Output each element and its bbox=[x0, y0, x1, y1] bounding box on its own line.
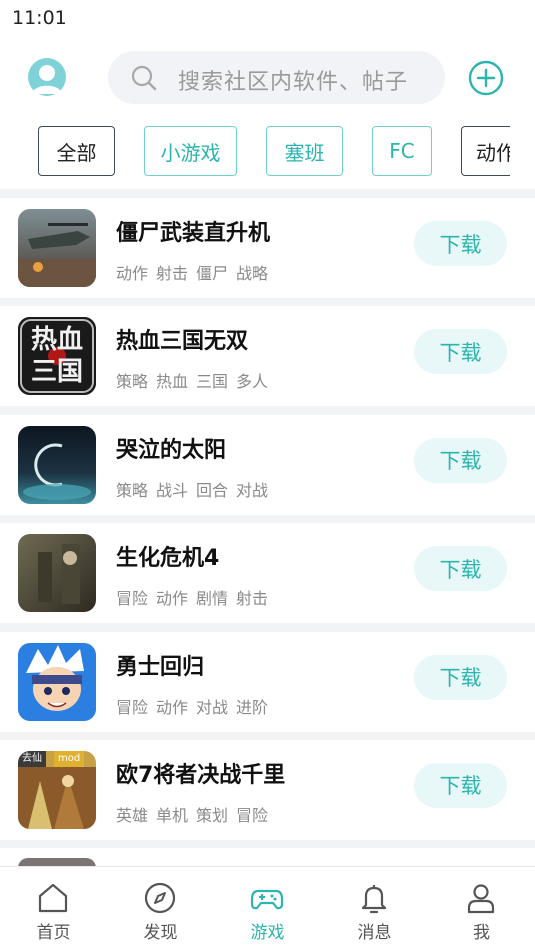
plus-circle-icon bbox=[468, 60, 504, 96]
screen: 11:01 搜索社区内软件、帖子 全部 小游戏 塞班 FC 动作 僵尸武装直升机… bbox=[0, 0, 535, 951]
game-tag: 对战 bbox=[236, 480, 269, 500]
chip-action[interactable]: 动作 bbox=[461, 126, 510, 176]
game-tags: 英雄 单机 策划 冒险 bbox=[116, 802, 276, 826]
row-divider bbox=[0, 623, 535, 632]
nav-item-messages[interactable]: 消息 bbox=[321, 867, 428, 951]
game-tag: 战略 bbox=[236, 264, 269, 283]
game-row[interactable]: 僵尸武装直升机 动作 射击 僵尸 战略 下载 bbox=[0, 198, 535, 298]
chip-symbian[interactable]: 塞班 bbox=[266, 126, 343, 176]
nav-label: 游戏 bbox=[250, 923, 285, 943]
game-row[interactable]: 热血三国 热血三国无双 策略 热血 三国 多人 下载 bbox=[0, 306, 535, 407]
nav-item-games[interactable]: 游戏 bbox=[214, 867, 321, 951]
game-tag: 动作 bbox=[156, 589, 189, 609]
game-tag: 冒险 bbox=[236, 805, 269, 825]
nav-label: 我 bbox=[473, 923, 490, 943]
nav-item-discover[interactable]: 发现 bbox=[107, 867, 214, 951]
chip-fc[interactable]: FC bbox=[372, 126, 432, 176]
game-tag: 多人 bbox=[236, 372, 269, 392]
game-tag: 三国 bbox=[196, 372, 229, 392]
game-tag: 策略 bbox=[116, 480, 149, 500]
nav-label: 发现 bbox=[143, 923, 178, 943]
game-row[interactable]: 生化危机4 冒险 动作 剧情 射击 下载 bbox=[0, 523, 535, 624]
game-row[interactable]: 哭泣的太阳 策略 战斗 回合 对战 下载 bbox=[0, 414, 535, 515]
chip-all[interactable]: 全部 bbox=[38, 126, 115, 176]
game-title: 热血三国无双 bbox=[116, 329, 249, 355]
game-tag: 冒险 bbox=[116, 589, 149, 609]
nav-item-home[interactable]: 首页 bbox=[0, 867, 107, 951]
avatar-icon bbox=[32, 65, 62, 94]
game-tag: 战斗 bbox=[156, 480, 189, 500]
download-button[interactable]: 下载 bbox=[414, 437, 507, 483]
bottom-nav: 首页 发现 游戏 消息 我 bbox=[0, 866, 535, 951]
game-tag: 动作 bbox=[156, 697, 189, 717]
game-icon bbox=[18, 425, 96, 504]
game-tag: 回合 bbox=[196, 480, 229, 500]
search-icon bbox=[131, 65, 157, 91]
game-tag: 英雄 bbox=[116, 805, 149, 825]
game-tag: 冒险 bbox=[116, 697, 149, 717]
row-divider bbox=[0, 406, 535, 415]
compass-icon bbox=[144, 882, 176, 914]
game-list: 僵尸武装直升机 动作 射击 僵尸 战略 下载 热血三国 热血三国无双 策略 热血 三国 多人… bbox=[0, 198, 535, 849]
game-title: 僵尸武装直升机 bbox=[116, 221, 271, 246]
status-bar: 11:01 bbox=[0, 0, 535, 38]
add-button[interactable] bbox=[468, 60, 504, 96]
game-icon-badge: mod bbox=[54, 750, 85, 767]
game-tag: 策划 bbox=[196, 805, 229, 825]
download-button[interactable]: 下载 bbox=[414, 221, 507, 266]
game-icon bbox=[18, 642, 96, 721]
game-tag: 热血 bbox=[156, 372, 189, 392]
game-tags: 冒险 动作 剧情 射击 bbox=[116, 585, 276, 609]
divider bbox=[0, 189, 535, 198]
game-title: 欧7将者决战千里 bbox=[116, 762, 286, 788]
download-button[interactable]: 下载 bbox=[414, 546, 507, 592]
search-input[interactable]: 搜索社区内软件、帖子 bbox=[108, 51, 445, 104]
nav-label: 首页 bbox=[36, 923, 71, 943]
game-icon bbox=[18, 534, 96, 613]
search-placeholder: 搜索社区内软件、帖子 bbox=[178, 70, 409, 95]
game-icon-text: 热血三国 bbox=[30, 325, 83, 388]
nav-label: 消息 bbox=[357, 923, 392, 943]
game-tag: 动作 bbox=[116, 264, 149, 283]
game-icon-badge: 去仙 bbox=[18, 750, 46, 767]
game-tags: 冒险 动作 对战 进阶 bbox=[116, 694, 276, 718]
download-button[interactable]: 下载 bbox=[414, 329, 507, 375]
home-icon bbox=[38, 883, 68, 913]
category-chips: 全部 小游戏 塞班 FC 动作 bbox=[0, 126, 510, 176]
status-time: 11:01 bbox=[12, 7, 67, 29]
game-icon: 热血三国 bbox=[18, 317, 96, 396]
bell-icon bbox=[361, 885, 387, 914]
game-tag: 进阶 bbox=[236, 697, 269, 717]
gamepad-icon bbox=[250, 889, 284, 910]
game-tag: 单机 bbox=[156, 805, 189, 825]
download-button[interactable]: 下载 bbox=[414, 762, 507, 808]
game-title: 哭泣的太阳 bbox=[116, 437, 227, 463]
game-row[interactable]: 去仙 mod 欧7将者决战千里 英雄 单机 策划 冒险 下载 bbox=[0, 739, 535, 840]
user-icon bbox=[467, 884, 495, 914]
chip-mini-games[interactable]: 小游戏 bbox=[144, 126, 237, 176]
game-tag: 射击 bbox=[236, 589, 269, 609]
game-icon bbox=[18, 209, 96, 287]
game-title: 生化危机4 bbox=[116, 546, 220, 572]
game-tags: 策略 热血 三国 多人 bbox=[116, 368, 276, 392]
game-tag: 剧情 bbox=[196, 589, 229, 609]
nav-item-me[interactable]: 我 bbox=[428, 867, 535, 951]
game-tag: 对战 bbox=[196, 697, 229, 717]
game-tags: 动作 射击 僵尸 战略 bbox=[116, 260, 276, 284]
row-divider bbox=[0, 731, 535, 740]
game-tag: 射击 bbox=[156, 264, 189, 283]
avatar[interactable] bbox=[28, 58, 66, 96]
game-tags: 策略 战斗 回合 对战 bbox=[116, 477, 276, 501]
game-row[interactable]: 勇士回归 冒险 动作 对战 进阶 下载 bbox=[0, 631, 535, 732]
game-title: 勇士回归 bbox=[116, 654, 205, 680]
game-tag: 僵尸 bbox=[196, 264, 229, 283]
game-row-partial bbox=[0, 848, 535, 868]
row-divider bbox=[0, 514, 535, 524]
download-button[interactable]: 下载 bbox=[414, 654, 507, 700]
row-divider bbox=[0, 298, 535, 307]
game-icon: 去仙 mod bbox=[18, 750, 96, 829]
game-tag: 策略 bbox=[116, 372, 149, 392]
